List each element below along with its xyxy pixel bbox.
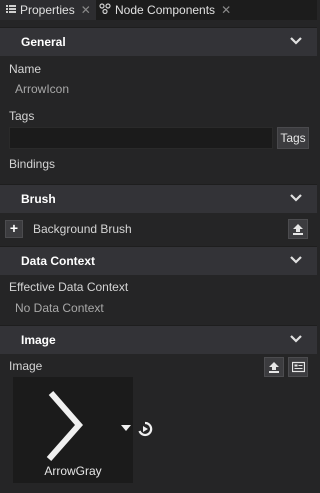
bindings-label: Bindings [9, 157, 56, 171]
close-icon[interactable]: ✕ [81, 3, 91, 17]
dropdown-arrow-icon[interactable] [121, 425, 131, 431]
tab-node-components-label: Node Components [115, 3, 216, 17]
upload-icon [269, 362, 279, 373]
image-thumbnail[interactable]: ArrowGray [13, 377, 133, 483]
name-label: Name [9, 62, 42, 76]
name-value[interactable]: ArrowIcon [15, 82, 69, 96]
background-brush-label: Background Brush [33, 222, 132, 236]
section-general-header[interactable]: General [0, 27, 317, 56]
list-icon [6, 4, 16, 17]
browse-button[interactable] [288, 357, 308, 377]
chevron-down-icon [290, 256, 302, 264]
tab-node-components[interactable]: Node Components ✕ [99, 0, 231, 20]
upload-icon [293, 224, 303, 235]
add-brush-button[interactable]: + [5, 220, 23, 238]
arrow-right-icon [46, 391, 83, 461]
tags-button[interactable]: Tags [277, 127, 309, 149]
effective-data-context-value: No Data Context [15, 301, 104, 315]
tags-input[interactable] [9, 127, 273, 149]
thumbnail-caption: ArrowGray [44, 464, 102, 478]
upload-button[interactable] [288, 219, 308, 239]
image-browser-icon [292, 361, 305, 373]
section-title: General [21, 35, 66, 49]
section-title: Data Context [21, 254, 96, 268]
section-title: Image [21, 333, 56, 347]
section-title: Brush [21, 192, 56, 206]
upload-button[interactable] [264, 357, 284, 377]
tab-properties-label: Properties [20, 3, 75, 17]
effective-data-context-label: Effective Data Context [9, 280, 129, 294]
reset-icon[interactable] [137, 421, 153, 437]
section-brush-header[interactable]: Brush [0, 184, 317, 213]
tags-label: Tags [9, 109, 35, 123]
close-icon[interactable]: ✕ [221, 3, 231, 17]
chevron-down-icon [290, 37, 302, 45]
section-image-header[interactable]: Image [0, 325, 317, 354]
section-data-context-header[interactable]: Data Context [0, 246, 317, 275]
chevron-down-icon [290, 194, 302, 202]
components-icon [99, 3, 111, 17]
tab-bar: Properties ✕ Node Components ✕ [0, 0, 317, 20]
image-property-label: Image [9, 359, 43, 373]
tab-properties[interactable]: Properties ✕ [0, 0, 96, 20]
chevron-down-icon [290, 335, 302, 343]
